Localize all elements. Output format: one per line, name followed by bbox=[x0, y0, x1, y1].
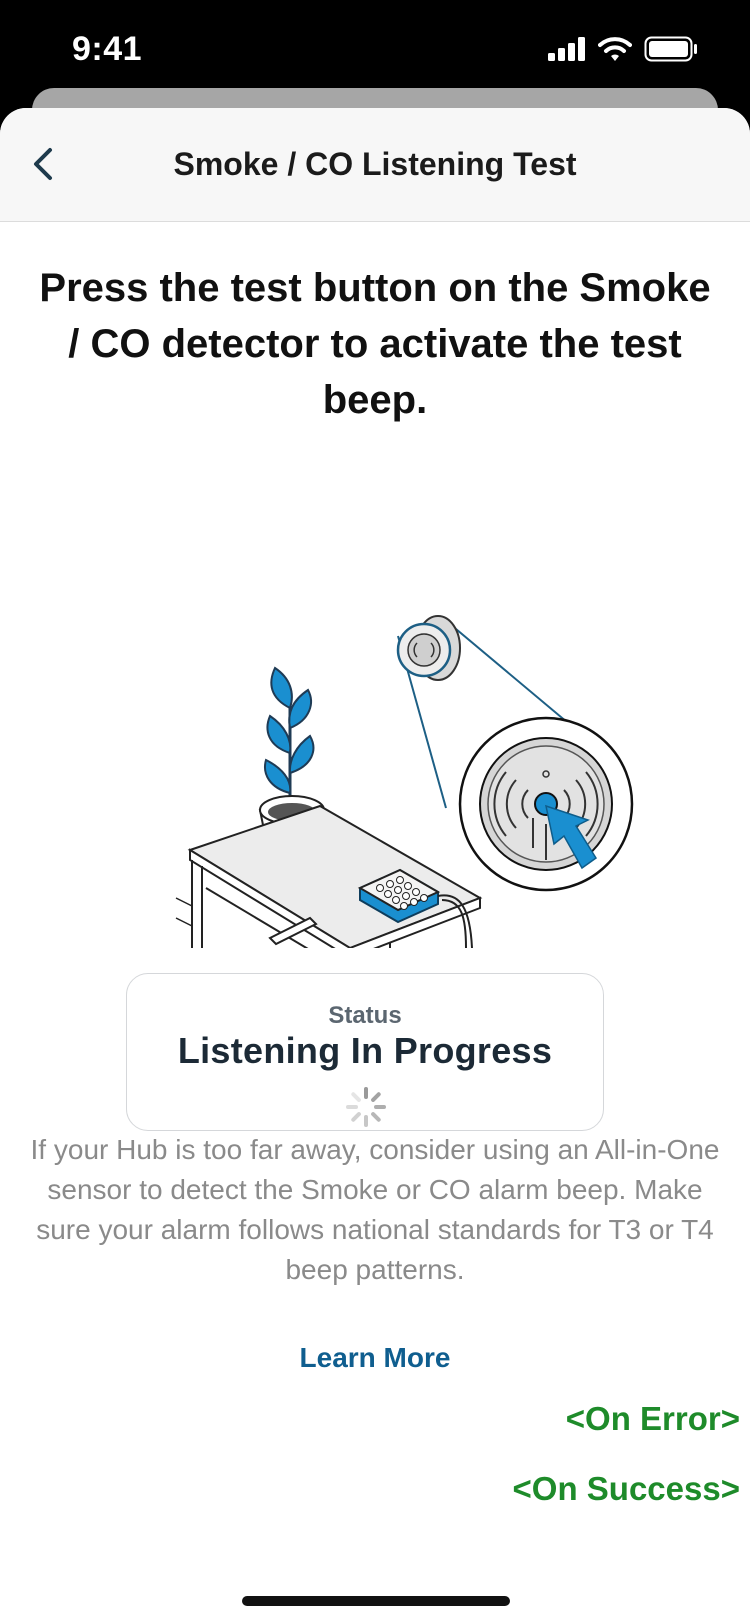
learn-more-link[interactable]: Learn More bbox=[0, 1342, 750, 1374]
modal-sheet: Smoke / CO Listening Test Press the test… bbox=[0, 108, 750, 1624]
detector-test-illustration bbox=[175, 615, 634, 948]
instruction-headline: Press the test button on the Smoke / CO … bbox=[39, 266, 711, 422]
cellular-signal-icon bbox=[548, 37, 585, 61]
on-error-link[interactable]: <On Error> bbox=[566, 1400, 740, 1438]
status-bar: 9:41 bbox=[0, 0, 750, 100]
status-value: Listening In Progress bbox=[177, 1030, 553, 1071]
navigation-bar: Smoke / CO Listening Test bbox=[0, 108, 750, 222]
wifi-icon bbox=[598, 37, 632, 61]
status-time: 9:41 bbox=[72, 30, 143, 68]
home-indicator bbox=[242, 1596, 510, 1606]
on-success-link[interactable]: <On Success> bbox=[513, 1470, 740, 1508]
battery-icon bbox=[644, 36, 697, 62]
status-label: Status bbox=[328, 1002, 402, 1029]
page-title: Smoke / CO Listening Test bbox=[173, 146, 577, 182]
status-card: Status Listening In Progress bbox=[126, 973, 604, 1131]
info-text: If your Hub is too far away, consider us… bbox=[30, 1134, 720, 1285]
loading-spinner-icon bbox=[346, 1087, 386, 1127]
status-icons bbox=[548, 36, 698, 62]
